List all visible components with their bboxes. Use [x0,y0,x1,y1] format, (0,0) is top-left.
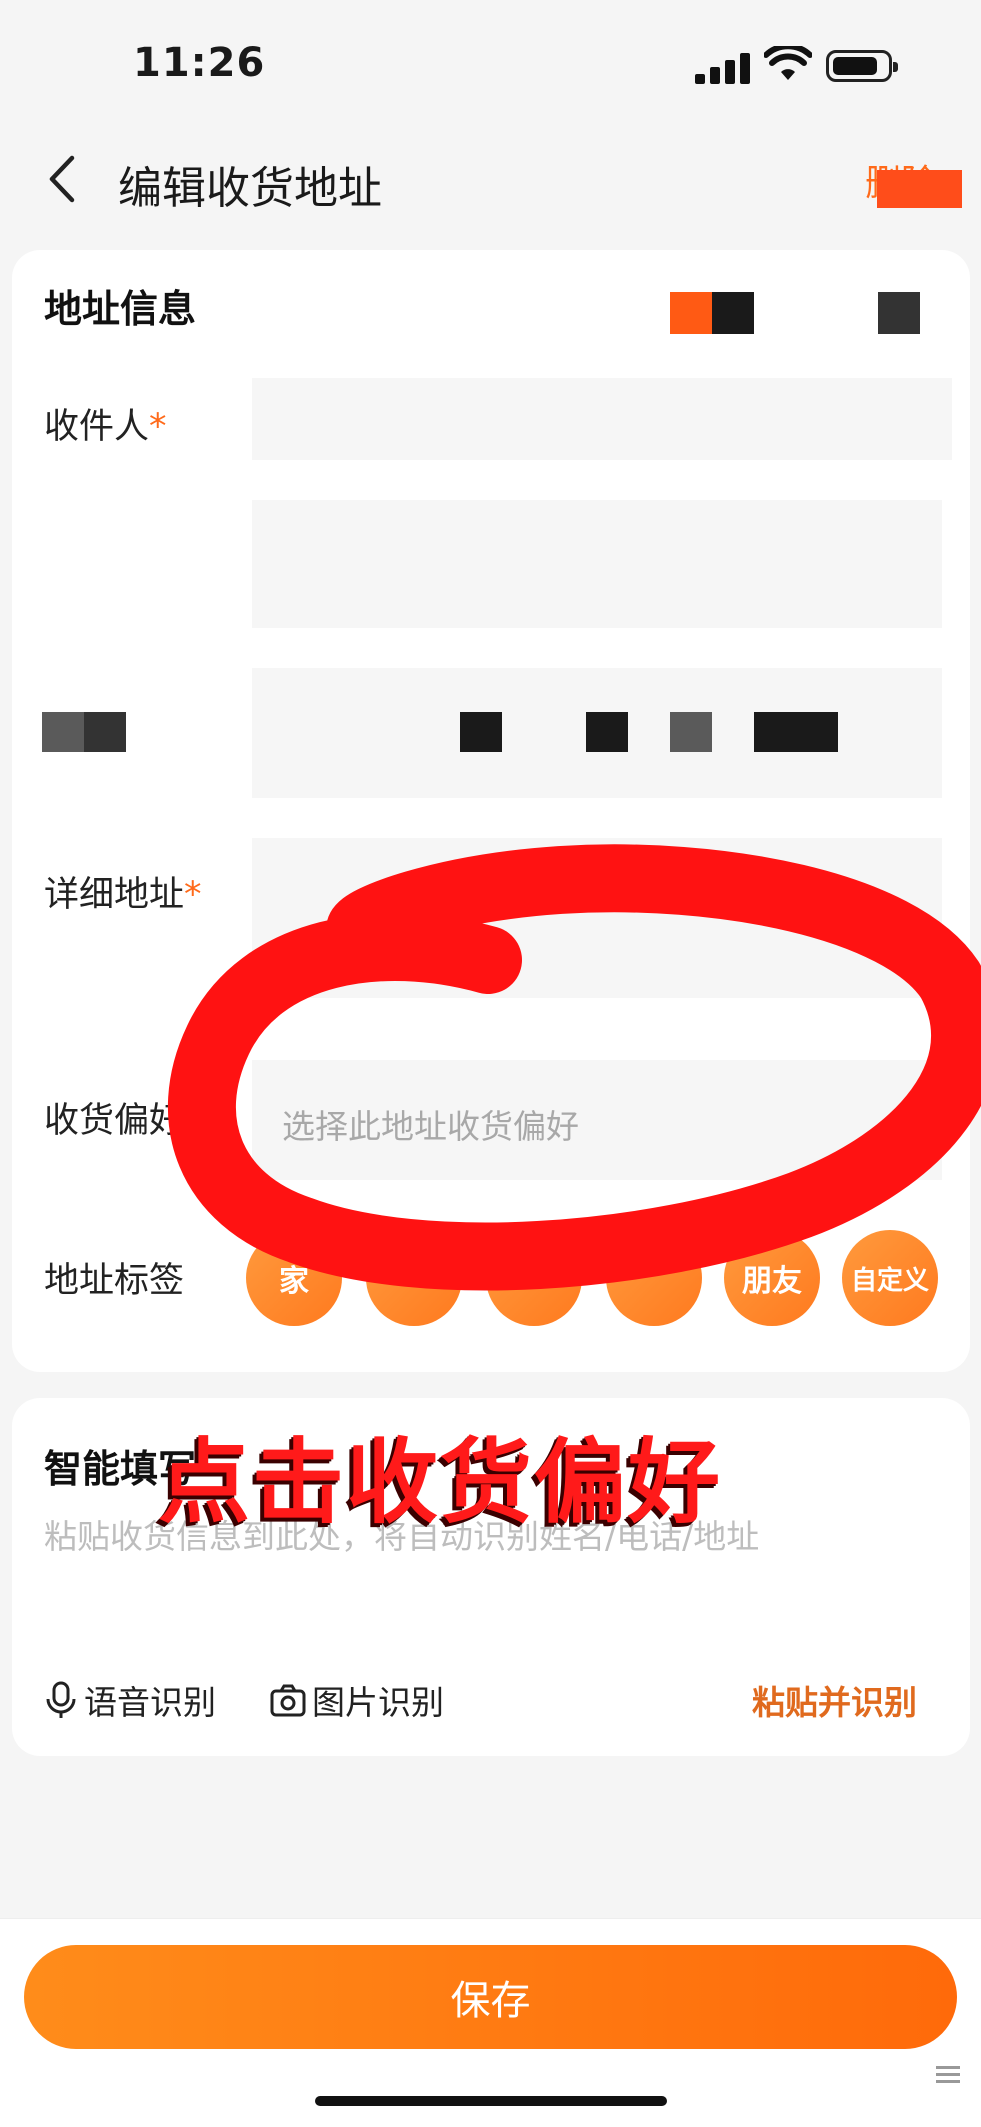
annotation-text: 点击收货偏好 [158,1429,723,1536]
microphone-icon [46,1681,76,1718]
wifi-icon [764,46,812,80]
paste-and-recognize-button[interactable]: 粘贴并识别 [752,1676,917,1724]
phone-input[interactable] [252,500,942,628]
delete-mosaic [877,170,962,208]
mosaic-block [670,712,712,752]
mosaic-block [754,712,838,752]
address-tag-label: 地址标签 [44,1261,185,1301]
page-title: 编辑收货地址 [118,163,382,214]
signal-icon [695,52,751,84]
mosaic-block [586,712,628,752]
back-icon[interactable] [46,154,80,204]
mosaic-block [878,292,920,334]
mosaic-block [84,712,126,752]
home-indicator [315,2096,667,2106]
detail-address-label: 详细地址* [44,875,202,915]
camera-icon [270,1684,306,1717]
preference-label: 收货偏好 [44,1101,185,1141]
mosaic-block [670,292,712,334]
recipient-label: 收件人* [44,407,167,447]
tag-option[interactable] [486,1230,582,1326]
mosaic-block [712,292,754,334]
voice-recognition-button[interactable]: 语音识别 [44,1676,216,1724]
address-section-title: 地址信息 [44,287,197,331]
save-button[interactable]: 保存 [24,1945,957,2049]
drag-handle-icon [936,2066,960,2088]
voice-recognition-label: 语音识别 [84,1683,216,1722]
tag-option[interactable] [606,1230,702,1326]
tag-option[interactable] [366,1230,462,1326]
image-recognition-button[interactable]: 图片识别 [270,1676,444,1724]
tag-friend[interactable]: 朋友 [724,1230,820,1326]
detail-address-input[interactable] [252,838,942,998]
mosaic-block [42,712,84,752]
mosaic-block [878,922,920,962]
preference-placeholder: 选择此地址收货偏好 [282,1107,579,1146]
image-recognition-label: 图片识别 [312,1683,444,1722]
status-time: 11:26 [133,40,266,86]
mosaic-block [460,712,502,752]
battery-icon [826,50,898,82]
recipient-input[interactable] [252,378,952,460]
tag-custom[interactable]: 自定义 [842,1230,938,1326]
tag-home[interactable]: 家 [246,1230,342,1326]
